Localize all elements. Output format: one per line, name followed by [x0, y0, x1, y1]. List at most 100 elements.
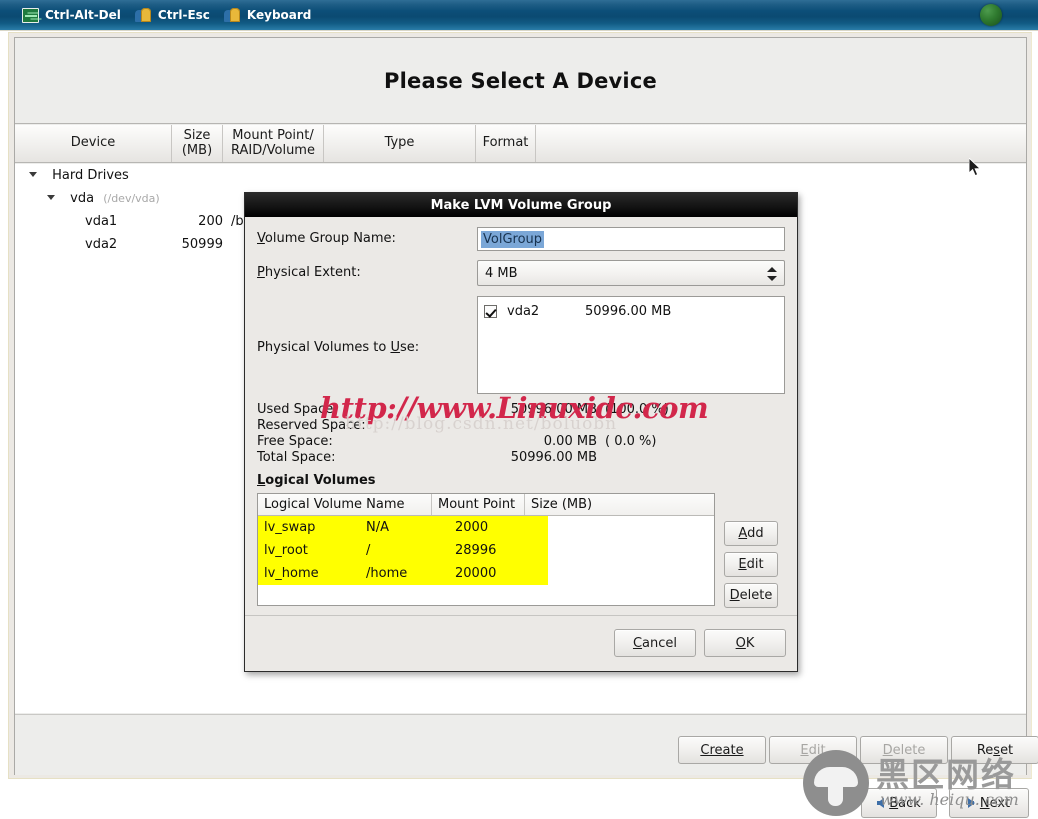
- tree-row-label: vda2: [85, 237, 118, 252]
- tree-row-size: 200: [198, 214, 223, 229]
- lv-size: 20000: [455, 566, 497, 581]
- lv-size: 2000: [455, 520, 489, 535]
- dialog-footer: Cancel OK: [245, 615, 797, 671]
- tree-row-label: vda1: [85, 214, 118, 229]
- chevron-down-icon[interactable]: [47, 192, 58, 203]
- lv-column-header-mount[interactable]: Mount Point: [432, 494, 525, 515]
- dialog-body: VVolume Group Name:olume Group Name: Vol…: [245, 217, 797, 672]
- column-header-label: Device: [70, 135, 116, 151]
- column-header-type[interactable]: Type: [324, 125, 476, 162]
- screen: Ctrl-Alt-Del Ctrl-Esc Keyboard Please Se…: [0, 0, 1038, 819]
- vnc-button-label: Ctrl-Alt-Del: [45, 8, 121, 22]
- column-header-size[interactable]: Size (MB): [172, 125, 223, 162]
- delete-button[interactable]: Delete: [860, 736, 948, 764]
- lv-mount: /home: [366, 566, 408, 581]
- page-header: Please Select A Device: [15, 38, 1026, 124]
- tree-row-hard-drives[interactable]: Hard Drives: [15, 164, 1026, 187]
- space-row-reserved: Reserved Space:: [257, 418, 785, 434]
- physical-volume-name: vda2: [507, 303, 540, 319]
- physical-volume-size: 50996.00 MB: [585, 303, 672, 319]
- free-space-percent: ( 0.0 %): [605, 434, 657, 449]
- used-space-label: Used Space:: [257, 402, 338, 417]
- field-physical-volumes: Physical Volumes to Use: vda2 50996.00 M…: [257, 296, 785, 394]
- space-summary: Used Space: 50996.00 MB (100.0 %) Reserv…: [257, 402, 785, 466]
- column-header-label: Type: [384, 135, 415, 151]
- column-header-format[interactable]: Format: [476, 125, 536, 162]
- physical-volumes-list[interactable]: vda2 50996.00 MB: [477, 296, 785, 394]
- lv-mount: N/A: [366, 520, 389, 535]
- arrow-left-icon: [877, 798, 885, 808]
- lv-delete-button[interactable]: Delete: [724, 583, 778, 608]
- physical-extent-value: 4 MB: [485, 265, 518, 281]
- logical-volume-row[interactable]: lv_root / 28996: [258, 539, 548, 562]
- create-button[interactable]: Create: [678, 736, 766, 764]
- lv-mount: /: [366, 543, 371, 558]
- field-volume-group-name: VVolume Group Name:olume Group Name: Vol…: [257, 227, 785, 251]
- logical-volume-row[interactable]: lv_home /home 20000: [258, 562, 548, 585]
- logical-volumes-table[interactable]: Logical Volume Name Mount Point Size (MB…: [257, 493, 715, 606]
- used-space-value: 50996.00 MB: [510, 402, 597, 417]
- next-button[interactable]: Next: [949, 788, 1029, 818]
- tree-row-label: Hard Drives: [52, 168, 129, 183]
- lv-column-header-size[interactable]: Size (MB): [525, 494, 615, 515]
- used-space-percent: (100.0 %): [605, 402, 669, 417]
- column-header-label: Size: [183, 128, 211, 144]
- edit-button[interactable]: Edit: [769, 736, 857, 764]
- vnc-button-keyboard[interactable]: Keyboard: [220, 0, 322, 30]
- physical-extent-label: Physical Extent:: [257, 265, 361, 280]
- volume-group-name-label: VVolume Group Name:olume Group Name:: [257, 231, 396, 246]
- lv-edit-button[interactable]: Edit: [724, 552, 778, 577]
- total-space-value: 50996.00 MB: [510, 450, 597, 465]
- column-header-mount-point[interactable]: Mount Point/ RAID/Volume: [223, 125, 324, 162]
- space-row-free: Free Space: 0.00 MB ( 0.0 %): [257, 434, 785, 450]
- logical-volume-buttons: Add Edit Delete: [724, 493, 778, 608]
- volume-group-name-input[interactable]: VolGroup: [477, 227, 785, 251]
- physical-volume-row[interactable]: vda2 50996.00 MB: [484, 302, 778, 320]
- reserved-space-label: Reserved Space:: [257, 418, 366, 433]
- vnc-button-ctrl-esc[interactable]: Ctrl-Esc: [131, 0, 220, 30]
- total-space-label: Total Space:: [257, 450, 336, 465]
- vnc-button-label: Keyboard: [246, 8, 312, 22]
- people-icon: [134, 7, 152, 23]
- column-header-sublabel: (MB): [181, 142, 213, 158]
- chevron-updown-icon[interactable]: [767, 264, 778, 284]
- space-row-total: Total Space: 50996.00 MB: [257, 450, 785, 466]
- ok-button[interactable]: OK: [704, 629, 786, 657]
- tree-row-label: vda: [70, 191, 95, 206]
- people-icon: [223, 7, 241, 23]
- lv-column-header-name[interactable]: Logical Volume Name: [258, 494, 432, 515]
- back-button[interactable]: Back: [861, 788, 937, 818]
- tree-row-size: 50999: [181, 237, 223, 252]
- chevron-down-icon[interactable]: [29, 169, 40, 180]
- make-lvm-volume-group-dialog: Make LVM Volume Group VVolume Group Name…: [244, 192, 798, 672]
- vnc-button-ctrl-alt-del[interactable]: Ctrl-Alt-Del: [18, 0, 131, 30]
- lv-name: lv_home: [264, 566, 319, 581]
- reserved-space-value: [477, 418, 597, 434]
- dialog-title-bar[interactable]: Make LVM Volume Group: [245, 193, 797, 217]
- green-orb-icon[interactable]: [980, 4, 1002, 26]
- lv-size: 28996: [455, 543, 497, 558]
- free-space-value: 0.00 MB: [543, 434, 597, 449]
- logical-volumes-table-header: Logical Volume Name Mount Point Size (MB…: [258, 494, 714, 516]
- checkbox-checked-icon[interactable]: [484, 304, 497, 318]
- field-physical-extent: Physical Extent: 4 MB: [257, 260, 785, 286]
- column-header-filler: [536, 125, 1026, 162]
- tree-row-device-path: (/dev/vda): [103, 192, 160, 205]
- cancel-button[interactable]: Cancel: [614, 629, 696, 657]
- lv-name: lv_root: [264, 543, 308, 558]
- lv-add-button[interactable]: Add: [724, 521, 778, 546]
- physical-volumes-label: Physical Volumes to Use:: [257, 340, 420, 355]
- logical-volume-row[interactable]: lv_swap N/A 2000: [258, 516, 548, 539]
- dialog-title: Make LVM Volume Group: [430, 197, 612, 213]
- column-header-device[interactable]: Device: [15, 125, 172, 162]
- free-space-label: Free Space:: [257, 434, 333, 449]
- page-title: Please Select A Device: [384, 68, 657, 93]
- reset-button[interactable]: Reset: [951, 736, 1038, 764]
- lv-name: lv_swap: [264, 520, 316, 535]
- physical-extent-select[interactable]: 4 MB: [477, 260, 785, 286]
- arrow-right-icon: [967, 798, 975, 808]
- space-row-used: Used Space: 50996.00 MB (100.0 %): [257, 402, 785, 418]
- vnc-toolbar: Ctrl-Alt-Del Ctrl-Esc Keyboard: [0, 0, 1038, 31]
- volume-group-name-value: VolGroup: [481, 230, 545, 248]
- device-table-header: Device Size (MB) Mount Point/ RAID/Volum…: [15, 125, 1026, 163]
